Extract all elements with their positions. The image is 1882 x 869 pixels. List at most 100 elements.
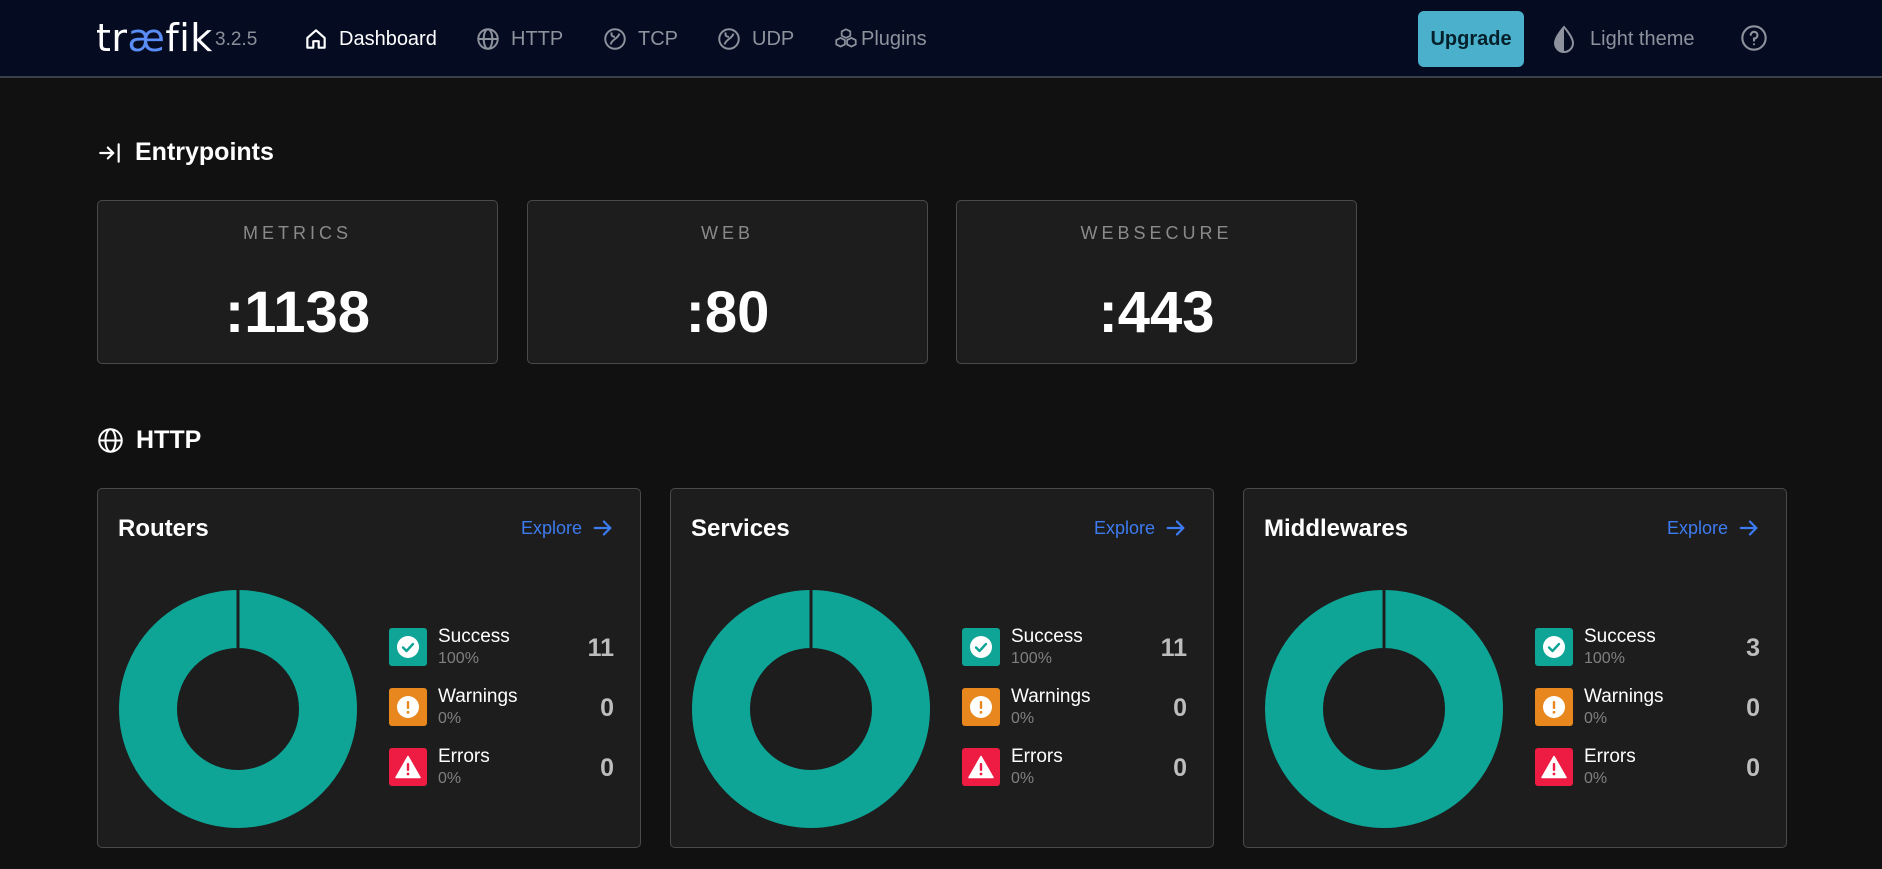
warning-badge (389, 688, 427, 726)
status-donut-chart (1265, 590, 1503, 828)
legend-percent: 0% (1011, 710, 1035, 727)
explore-label: Explore (520, 517, 582, 538)
half-drop-icon (1553, 25, 1575, 53)
legend-success: Success 100% 11 (389, 626, 614, 668)
udp-icon (718, 28, 740, 50)
legend-errors: Errors 0% 0 (389, 746, 614, 788)
nav-http-label: HTTP (511, 27, 564, 50)
check-circle-icon (397, 636, 419, 658)
legend-warnings: Warnings 0% 0 (389, 686, 614, 728)
warning-badge (1535, 688, 1573, 726)
legend-count: 0 (1173, 754, 1187, 782)
warning-triangle-icon (1541, 755, 1567, 779)
nav-dashboard[interactable]: Dashboard (303, 22, 437, 56)
explore-label: Explore (1093, 517, 1155, 538)
entrypoint-port: :80 (685, 280, 770, 345)
legend-label: Errors (1011, 746, 1063, 767)
routers-card: Routers Explore Success 100% 11 Warnings… (97, 488, 641, 848)
card-title: Services (691, 515, 790, 542)
legend-label: Warnings (1011, 686, 1091, 707)
entrypoint-name: WEBSECURE (1080, 223, 1233, 243)
success-badge (1535, 628, 1573, 666)
legend-count: 3 (1746, 634, 1760, 662)
legend-count: 0 (600, 694, 614, 722)
card-title: Routers (118, 515, 209, 542)
legend-percent: 100% (438, 650, 479, 667)
legend-percent: 0% (438, 710, 462, 727)
traefik-logo[interactable]: træfik (96, 16, 213, 60)
theme-toggle[interactable]: Light theme (1552, 22, 1695, 56)
help-icon (1741, 25, 1767, 51)
explore-label: Explore (1666, 517, 1728, 538)
entrypoint-card-web: WEB :80 (527, 200, 928, 364)
entrypoint-port: :1138 (224, 280, 371, 345)
success-badge (389, 628, 427, 666)
warning-badge (962, 688, 1000, 726)
legend-count: 0 (1746, 754, 1760, 782)
legend-success: Success 100% 3 (1535, 626, 1760, 668)
entry-arrow-icon (99, 142, 120, 163)
nav-http[interactable]: HTTP (475, 22, 563, 56)
http-heading: HTTP (97, 426, 201, 455)
legend-label: Errors (1584, 746, 1636, 767)
legend-label: Success (438, 626, 510, 647)
nav-udp-label: UDP (752, 27, 795, 50)
explore-link[interactable]: Explore (521, 517, 614, 539)
legend-errors: Errors 0% 0 (962, 746, 1187, 788)
warning-triangle-icon (395, 755, 421, 779)
status-donut-chart (119, 590, 357, 828)
tcp-icon (604, 28, 626, 50)
legend-label: Success (1011, 626, 1083, 647)
legend-count: 11 (587, 634, 614, 662)
legend-label: Success (1584, 626, 1656, 647)
status-donut-chart (692, 590, 930, 828)
nav-plugins[interactable]: Plugins (833, 22, 927, 56)
home-icon (306, 29, 326, 49)
entrypoints-title: Entrypoints (135, 138, 274, 166)
check-circle-icon (1543, 636, 1565, 658)
legend-warnings: Warnings 0% 0 (962, 686, 1187, 728)
nav-tcp-label: TCP (638, 27, 678, 50)
globe-icon (98, 428, 123, 453)
entrypoint-card-websecure: WEBSECURE :443 (956, 200, 1357, 364)
card-title: Middlewares (1264, 515, 1409, 542)
globe-icon (477, 28, 499, 50)
legend-count: 0 (600, 754, 614, 782)
theme-toggle-label: Light theme (1590, 27, 1695, 50)
nav-dashboard-label: Dashboard (339, 27, 437, 50)
plugins-icon (835, 28, 857, 48)
legend-label: Warnings (438, 686, 518, 707)
legend-label: Errors (438, 746, 490, 767)
legend-percent: 100% (1011, 650, 1052, 667)
entrypoint-card-metrics: METRICS :1138 (97, 200, 498, 364)
arrow-right-icon (593, 520, 612, 536)
legend-percent: 0% (1011, 770, 1035, 787)
logo-text-ae: æ (127, 16, 166, 60)
explore-link[interactable]: Explore (1667, 517, 1760, 539)
help-button[interactable] (1740, 24, 1768, 57)
services-card: Services Explore Success 100% 11 Warning… (670, 488, 1214, 848)
success-badge (962, 628, 1000, 666)
error-badge (389, 748, 427, 786)
legend-percent: 100% (1584, 650, 1625, 667)
upgrade-button[interactable]: Upgrade (1418, 11, 1524, 67)
nav-tcp[interactable]: TCP (602, 22, 678, 56)
nav-udp[interactable]: UDP (716, 22, 794, 56)
entrypoint-port: :443 (1098, 280, 1215, 345)
entrypoints-heading: Entrypoints (97, 138, 274, 167)
error-badge (1535, 748, 1573, 786)
explore-link[interactable]: Explore (1094, 517, 1187, 539)
http-title: HTTP (136, 426, 202, 454)
exclamation-circle-icon (970, 696, 992, 718)
legend-warnings: Warnings 0% 0 (1535, 686, 1760, 728)
logo-text-end: fik (165, 16, 213, 60)
check-circle-icon (970, 636, 992, 658)
arrow-right-icon (1166, 520, 1185, 536)
arrow-right-icon (1739, 520, 1758, 536)
legend-success: Success 100% 11 (962, 626, 1187, 668)
legend-errors: Errors 0% 0 (1535, 746, 1760, 788)
nav-plugins-label: Plugins (861, 27, 927, 50)
entrypoint-name: METRICS (243, 223, 352, 243)
top-navigation-bar: træfik 3.2.5 Dashboard HTTP TCP UDP Plug… (0, 0, 1882, 78)
legend-count: 0 (1746, 694, 1760, 722)
